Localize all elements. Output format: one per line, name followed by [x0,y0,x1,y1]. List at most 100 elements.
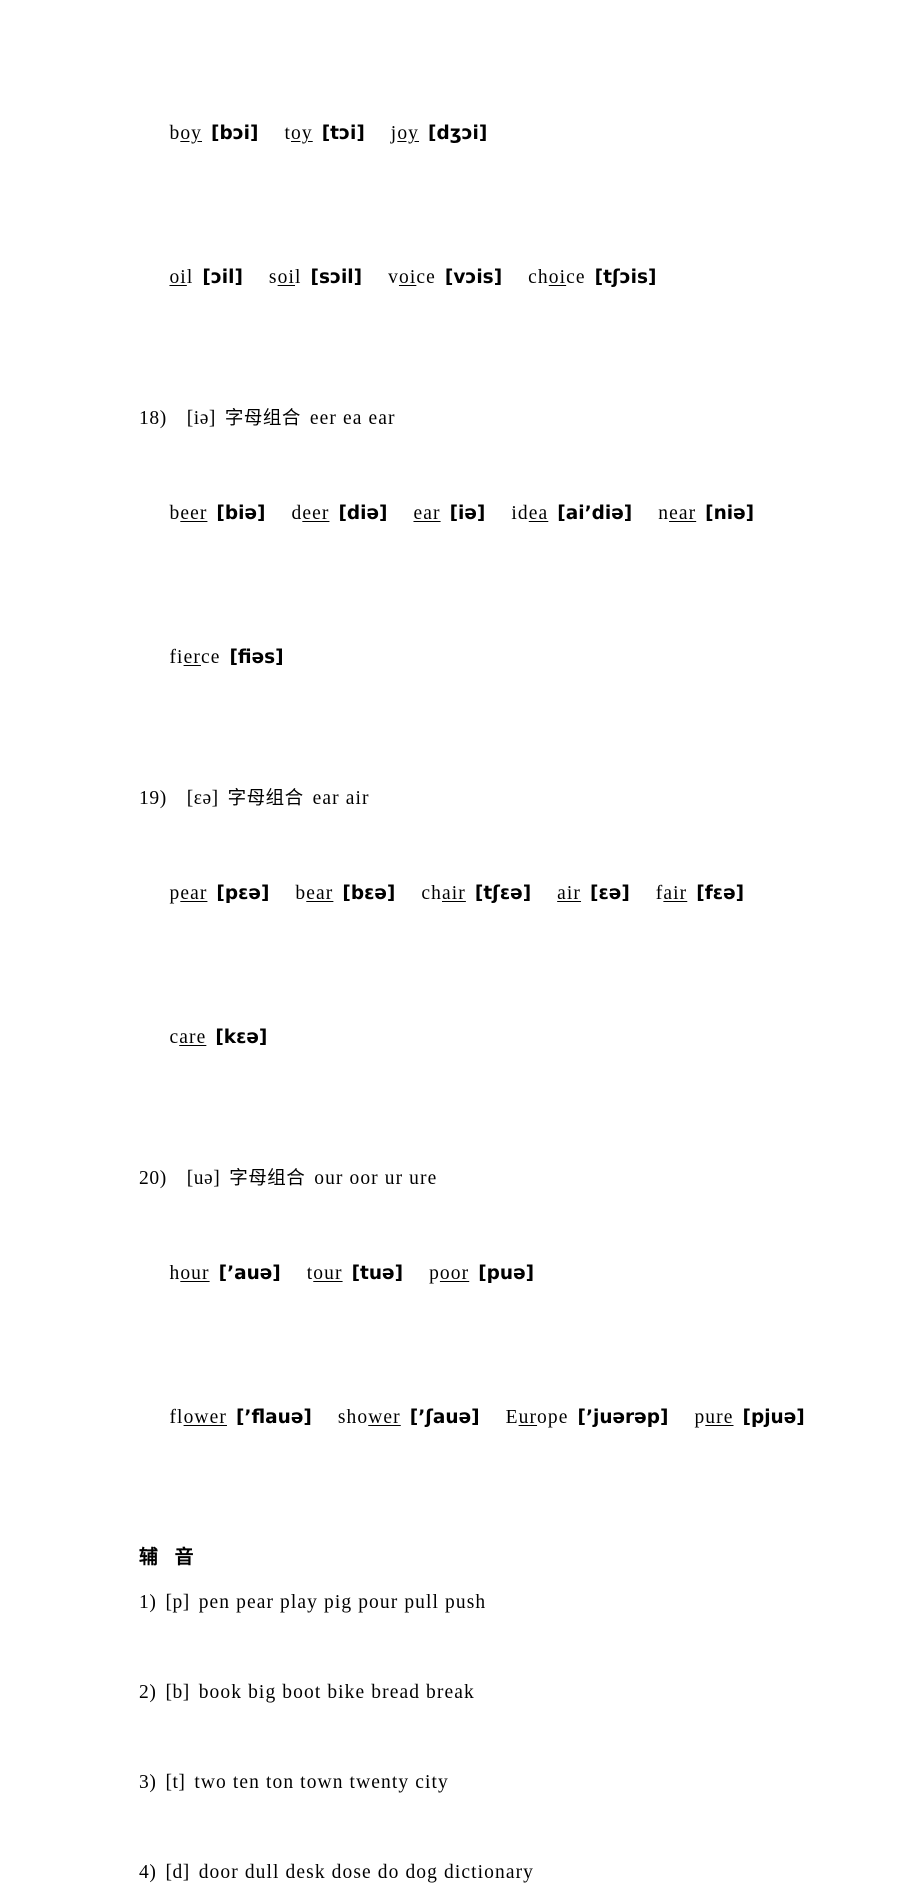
word-prefix: p [429,1263,440,1284]
word-underlined: oi [169,267,187,288]
consonant-words: door dull desk dose do dog dictionary [198,1862,535,1883]
section-number: 19) [139,788,167,809]
consonant-number: 3) [139,1772,157,1793]
word-row: fierce [fiəs] [139,586,780,730]
section-label-cn: 字母组合 [229,1168,306,1189]
word-entry: ear [iə] [413,503,485,524]
word-prefix: p [694,1407,706,1428]
section-ipa-symbol: [ɛə] [186,788,219,809]
word-prefix: c [169,1027,180,1048]
word-underlined: are [179,1027,207,1048]
consonant-words: pen pear play pig pour pull push [198,1592,487,1613]
section-heading: 19) [ɛə] 字母组合 ear air [139,776,780,822]
ipa-transcription: [tʃɔis] [594,267,657,288]
ipa-transcription: [pjuə] [742,1407,805,1428]
ipa-transcription: [’auə] [218,1263,281,1284]
word-underlined: eer [180,503,208,524]
word-row: boy [bɔi] toy [tɔi] joy [dʒɔi] [139,62,780,206]
section-label-cn: 字母组合 [224,408,301,429]
ipa-transcription: [biə] [216,503,266,524]
word-entry: shower [’ʃauə] [338,1407,480,1428]
ipa-transcription: [fiəs] [229,647,284,668]
ipa-transcription: [pɛə] [216,883,270,904]
section-ipa-symbol: [uə] [186,1168,221,1189]
word-entry: fair [fɛə] [656,883,744,904]
word-entry: bear [bɛə] [295,883,395,904]
word-suffix: l [186,267,194,288]
ipa-transcription: [’flauə] [235,1407,312,1428]
word-underlined: ea [528,503,549,524]
word-entry: beer [biə] [169,503,265,524]
word-suffix: l [295,267,302,288]
ipa-transcription: [puə] [478,1263,535,1284]
word-entry: care [kɛə] [169,1027,267,1048]
word-entry: oil [ɔil] [169,267,242,288]
word-row: beer [biə] deer [diə] ear [iə] idea [ai’diə] nea… [139,442,780,586]
word-underlined: air [663,883,688,904]
word-entry: idea [ai’diə] [511,503,632,524]
section-heading: 20) [uə] 字母组合 our oor ur ure [139,1156,780,1202]
section-number: 20) [139,1168,167,1189]
word-prefix: ch [528,267,549,288]
word-suffix: ope [537,1407,569,1428]
word-underlined: oy [397,123,420,144]
word-entry: hour [’auə] [169,1263,280,1284]
word-underlined: air [442,883,466,904]
consonant-ipa-symbol: [t] [165,1772,186,1793]
word-underlined: oy [180,123,203,144]
word-prefix: fi [169,647,184,668]
consonant-words: two ten ton town twenty city [194,1772,449,1793]
consonant-item: 2) [b] book big boot bike bread break [139,1670,780,1716]
word-prefix: n [658,503,670,524]
consonant-words: book big boot bike bread break [198,1682,475,1703]
word-prefix: s [268,267,278,288]
word-underlined: air [557,883,582,904]
section-ipa-symbol: [iə] [186,408,216,429]
word-entry: fierce [fiəs] [169,647,283,668]
word-prefix: d [291,503,303,524]
word-row: oil [ɔil] soil [sɔil] voice [vɔis] choice [tʃɔi… [139,206,780,350]
word-suffix: ce [416,267,436,288]
word-entry: Europe [’juərəp] [506,1407,669,1428]
consonant-item: 3) [t] two ten ton town twenty city [139,1760,780,1806]
word-entry: chair [tʃɛə] [421,883,531,904]
word-entry: boy [bɔi] [169,123,258,144]
ipa-transcription: [tɔi] [321,123,365,144]
ipa-transcription: [tuə] [351,1263,404,1284]
word-underlined: our [180,1263,210,1284]
consonant-section: 辅 音 1) [p] pen pear play pig pour pull pus… [139,1534,780,1896]
ipa-transcription: [niə] [705,503,755,524]
ipa-transcription: [vɔis] [444,267,503,288]
word-underlined: our [313,1263,343,1284]
section-20: 20) [uə] 字母组合 our oor ur ure hour [’auə] tour… [139,1156,805,1490]
section-letter-combos: eer ea ear [309,408,396,429]
section-letter-combos: ear air [312,788,370,809]
word-prefix: b [169,123,181,144]
ipa-transcription: [bɔi] [211,123,259,144]
consonant-heading: 辅 音 [139,1546,199,1568]
word-row: pear [pɛə] bear [bɛə] chair [tʃɛə] air [ɛə] fair… [139,822,780,966]
ipa-transcription: [iə] [449,503,486,524]
word-prefix: v [388,267,399,288]
consonant-ipa-symbol: [b] [165,1682,190,1703]
word-underlined: ower [183,1407,227,1428]
consonant-ipa-symbol: [p] [165,1592,190,1613]
word-entry: tour [tuə] [307,1263,403,1284]
word-underlined: oy [291,123,313,144]
consonant-number: 4) [139,1862,157,1883]
word-underlined: ear [413,503,441,524]
ipa-transcription: [diə] [338,503,388,524]
section-heading: 18) [iə] 字母组合 eer ea ear [139,396,780,442]
word-entry: soil [sɔil] [269,267,362,288]
word-entry: near [niə] [658,503,754,524]
document-page: boy [bɔi] toy [tɔi] joy [dʒɔi] oil [ɔil] soil [s… [0,0,920,1883]
word-prefix: fl [169,1407,184,1428]
word-prefix: b [295,883,307,904]
word-underlined: ure [705,1407,734,1428]
word-row: flower [’flauə] shower [’ʃauə] Europe [’juərə… [139,1346,804,1490]
ipa-transcription: [’juərəp] [577,1407,669,1428]
word-prefix: id [511,503,529,524]
section-19: 19) [ɛə] 字母组合 ear air pear [pɛə] bear [bɛə] cha… [139,776,780,1110]
consonant-item: 1) [p] pen pear play pig pour pull push [139,1580,780,1626]
word-row: care [kɛə] [139,966,780,1110]
